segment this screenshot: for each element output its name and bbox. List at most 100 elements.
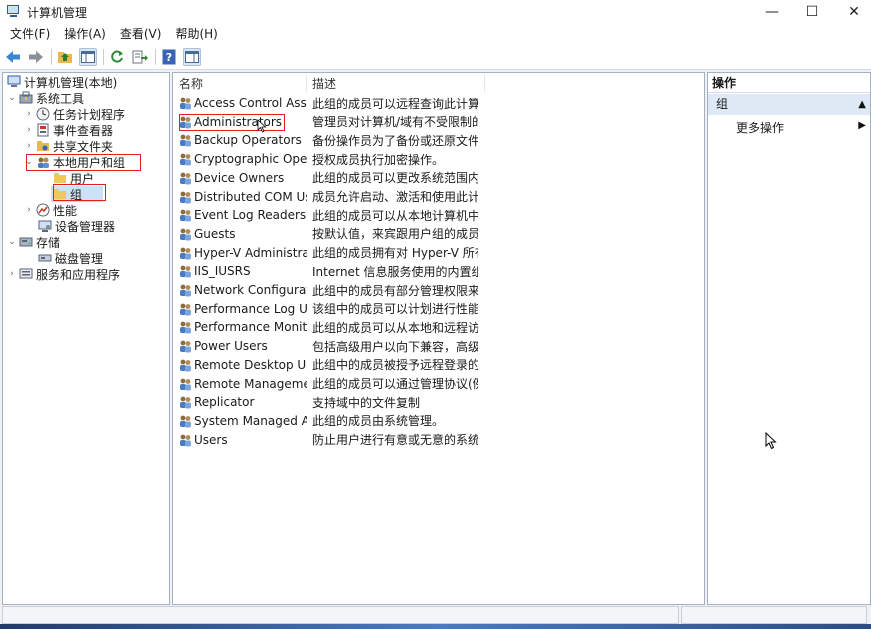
table-row[interactable]: Network Configuratio... 此组中的成员有部分管理权限来... xyxy=(173,281,704,299)
group-description: 防止用户进行有意或无意的系统... xyxy=(312,433,478,448)
show-hide-tree-icon[interactable] xyxy=(79,47,97,66)
chevron-right-icon[interactable]: › xyxy=(24,109,34,119)
refresh-icon[interactable] xyxy=(108,48,126,66)
group-description: 包括高级用户以向下兼容，高级... xyxy=(312,339,478,354)
table-row[interactable]: Performance Log Users 该组中的成员可以计划进行性能... xyxy=(173,300,704,318)
status-cell xyxy=(2,606,679,624)
submenu-arrow-icon[interactable]: ▶ xyxy=(858,120,866,131)
collapse-up-icon[interactable]: ▲ xyxy=(858,94,866,115)
group-icon xyxy=(178,190,193,204)
group-name: Distributed COM Users xyxy=(194,189,307,204)
tree-item-event-viewer[interactable]: › 事件查看器 xyxy=(24,122,113,138)
table-row[interactable]: Users 防止用户进行有意或无意的系统... xyxy=(173,431,704,449)
tree-item-device-manager[interactable]: 设备管理器 xyxy=(36,218,115,234)
column-header-name[interactable]: 名称 xyxy=(179,75,203,92)
close-button[interactable]: ✕ xyxy=(832,0,871,24)
maximize-button[interactable]: ☐ xyxy=(790,0,834,24)
menu-help[interactable]: 帮助(H) xyxy=(168,24,224,44)
group-description: 此组的成员可以远程查询此计算... xyxy=(312,96,478,111)
table-row[interactable]: Event Log Readers 此组的成员可以从本地计算机中... xyxy=(173,206,704,224)
chevron-down-icon[interactable]: ⌄ xyxy=(7,237,17,247)
table-row[interactable]: Power Users 包括高级用户以向下兼容，高级... xyxy=(173,337,704,355)
table-row[interactable]: Distributed COM Users 成员允许启动、激活和使用此计... xyxy=(173,188,704,206)
group-name: Guests xyxy=(194,226,236,241)
menu-bar: 文件(F) 操作(A) 查看(V) 帮助(H) xyxy=(0,24,871,44)
group-description: 支持域中的文件复制 xyxy=(312,395,421,410)
column-divider[interactable] xyxy=(306,75,307,92)
menu-action[interactable]: 操作(A) xyxy=(57,24,113,44)
group-name: Event Log Readers xyxy=(194,208,307,223)
tree-item-disk-management[interactable]: 磁盘管理 xyxy=(36,250,103,266)
menu-view[interactable]: 查看(V) xyxy=(113,24,169,44)
group-icon xyxy=(178,208,193,222)
actions-group-label: 组 xyxy=(716,97,729,111)
group-name: Performance Log Users xyxy=(194,301,307,316)
title-bar: 计算机管理 — ☐ ✕ xyxy=(0,0,871,24)
mouse-cursor-icon xyxy=(765,432,777,450)
group-name: Users xyxy=(194,432,228,447)
table-row[interactable]: System Managed Acc... 此组的成员由系统管理。 xyxy=(173,412,704,430)
group-description: 成员允许启动、激活和使用此计... xyxy=(312,190,478,204)
group-description: 按默认值，来宾跟用户组的成员... xyxy=(312,227,478,242)
more-actions-item[interactable]: 更多操作 xyxy=(736,119,784,136)
group-icon xyxy=(178,302,193,316)
group-icon xyxy=(178,395,193,409)
computer-icon xyxy=(7,75,21,89)
group-icon xyxy=(178,227,193,241)
table-row[interactable]: Device Owners 此组的成员可以更改系统范围内... xyxy=(173,169,704,187)
back-arrow-icon[interactable] xyxy=(4,48,22,66)
menu-file[interactable]: 文件(F) xyxy=(3,24,57,44)
device-manager-icon xyxy=(38,219,52,233)
table-row[interactable]: IIS_IUSRS Internet 信息服务使用的内置组。 xyxy=(173,262,704,280)
group-icon xyxy=(178,96,193,110)
tree-item-storage[interactable]: ⌄ 存储 xyxy=(7,234,60,250)
help-icon[interactable]: ? xyxy=(160,48,178,66)
table-row[interactable]: Hyper-V Administrat... 此组的成员拥有对 Hyper-V 所… xyxy=(173,244,704,262)
table-row[interactable]: Performance Monitor... 此组的成员可以从本地和远程访... xyxy=(173,318,704,336)
console-view-icon[interactable] xyxy=(183,47,201,66)
tree-item-task-scheduler[interactable]: › 任务计划程序 xyxy=(24,106,125,122)
actions-group-header[interactable]: 组 ▲ xyxy=(708,94,870,115)
column-header-description[interactable]: 描述 xyxy=(312,75,336,92)
toolbox-icon xyxy=(19,91,33,105)
table-row[interactable]: Access Control Assist... 此组的成员可以远程查询此计算..… xyxy=(173,94,704,112)
console-tree: 计算机管理(本地) ⌄ 系统工具 › 任务计划程序 › 事件查看器 › 共享文件… xyxy=(2,72,170,605)
tree-label: 性能 xyxy=(53,203,78,218)
table-row[interactable]: Replicator 支持域中的文件复制 xyxy=(173,393,704,411)
tree-item-system-tools[interactable]: ⌄ 系统工具 xyxy=(7,90,84,106)
group-description: Internet 信息服务使用的内置组。 xyxy=(312,264,478,279)
table-row[interactable]: Backup Operators 备份操作员为了备份或还原文件... xyxy=(173,131,704,149)
status-cell xyxy=(681,606,867,624)
actions-pane: 操作 组 ▲ 更多操作 ▶ xyxy=(707,72,871,605)
group-name: IIS_IUSRS xyxy=(194,264,251,279)
group-name: Remote Desktop Users xyxy=(194,357,307,372)
chevron-right-icon[interactable]: › xyxy=(24,141,34,151)
group-name: Remote Managemen... xyxy=(194,376,307,391)
group-icon xyxy=(178,320,193,334)
group-name: Performance Monitor... xyxy=(194,320,307,335)
group-description: 授权成员执行加密操作。 xyxy=(312,152,445,167)
tree-item-services-apps[interactable]: › 服务和应用程序 xyxy=(7,266,120,282)
group-icon xyxy=(178,152,193,166)
chevron-right-icon[interactable]: › xyxy=(24,125,34,135)
group-description: 此组的成员由系统管理。 xyxy=(312,414,445,429)
table-row[interactable]: Remote Managemen... 此组的成员可以通过管理协议(例... xyxy=(173,375,704,393)
column-divider[interactable] xyxy=(484,75,485,92)
group-name: Replicator xyxy=(194,395,255,410)
chevron-down-icon[interactable]: ⌄ xyxy=(7,93,17,103)
table-row[interactable]: Cryptographic Operat... 授权成员执行加密操作。 xyxy=(173,150,704,168)
tree-item-performance[interactable]: › 性能 xyxy=(24,202,77,218)
storage-icon xyxy=(19,235,33,249)
tree-item-shared-folders[interactable]: › 共享文件夹 xyxy=(24,138,113,154)
group-name: Device Owners xyxy=(194,170,285,185)
tree-item-root[interactable]: 计算机管理(本地) xyxy=(5,74,117,90)
table-row[interactable]: Guests 按默认值，来宾跟用户组的成员... xyxy=(173,225,704,243)
export-list-icon[interactable] xyxy=(131,48,149,66)
up-folder-icon[interactable] xyxy=(56,48,74,66)
forward-arrow-icon[interactable] xyxy=(27,48,45,66)
services-icon xyxy=(19,267,33,281)
chevron-right-icon[interactable]: › xyxy=(24,205,34,215)
chevron-right-icon[interactable]: › xyxy=(7,269,17,279)
minimize-button[interactable]: — xyxy=(750,0,794,24)
table-row[interactable]: Remote Desktop Users 此组中的成员被授予远程登录的... xyxy=(173,356,704,374)
